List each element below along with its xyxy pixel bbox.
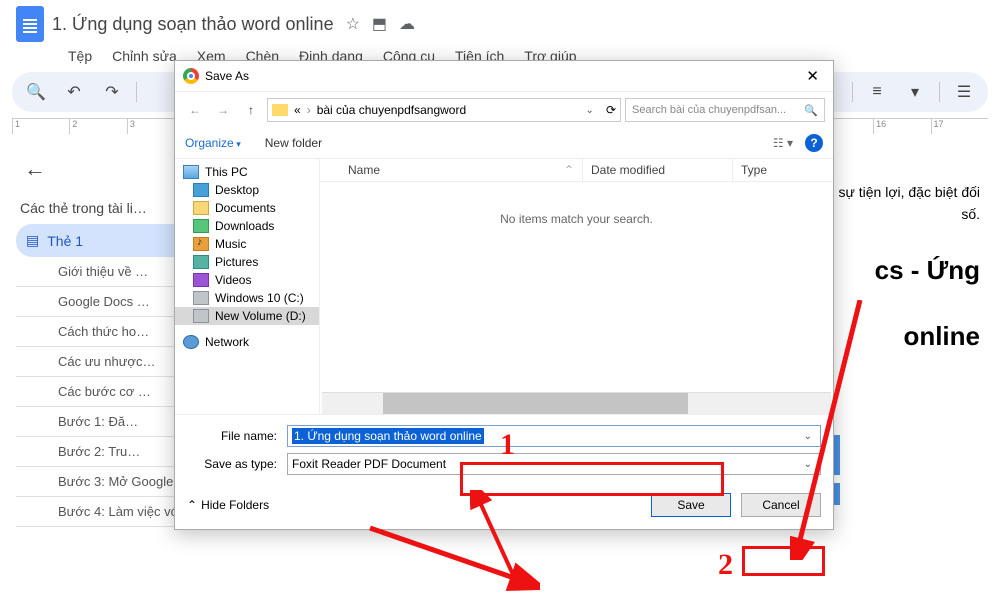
tree-this-pc[interactable]: This PC (175, 163, 319, 181)
chevron-down-icon[interactable]: ⌄ (800, 459, 816, 470)
tree-downloads[interactable]: Downloads (175, 217, 319, 235)
chevron-down-icon[interactable]: ⌄ (586, 105, 594, 116)
search-icon[interactable]: 🔍 (22, 78, 50, 106)
savetype-label: Save as type: (187, 457, 287, 471)
annotation-box-2 (742, 546, 825, 576)
search-icon: 🔍 (804, 104, 818, 117)
tree-drive-d[interactable]: New Volume (D:) (175, 307, 319, 325)
menu-edit[interactable]: Chỉnh sửa (104, 46, 185, 66)
help-icon[interactable]: ? (805, 134, 823, 152)
chevron-down-icon[interactable]: ⌄ (800, 431, 816, 442)
tree-network[interactable]: Network (175, 333, 319, 351)
view-options-icon[interactable]: ☷ ▾ (773, 136, 793, 150)
tree-videos[interactable]: Videos (175, 271, 319, 289)
tree-documents[interactable]: Documents (175, 199, 319, 217)
save-as-dialog: Save As ✕ ← → ↑ « › bài của chuyenpdfsan… (174, 60, 834, 530)
col-date[interactable]: Date modified (583, 159, 733, 181)
folder-tree: This PC Desktop Documents Downloads Musi… (175, 159, 320, 414)
tree-drive-c[interactable]: Windows 10 (C:) (175, 289, 319, 307)
close-icon[interactable]: ✕ (800, 67, 825, 85)
list-header: Name ⌃ Date modified Type (320, 159, 833, 182)
dialog-title: Save As (205, 69, 249, 83)
nav-back-icon[interactable]: ← (183, 98, 207, 122)
save-button[interactable]: Save (651, 493, 731, 517)
folder-icon (272, 104, 288, 116)
menu-file[interactable]: Tệp (60, 46, 100, 66)
cancel-button[interactable]: Cancel (741, 493, 821, 517)
annotation-arrow-3 (360, 520, 540, 600)
document-title[interactable]: 1. Ứng dụng soạn thảo word online (52, 14, 334, 35)
filename-label: File name: (187, 429, 287, 443)
refresh-icon[interactable]: ⟳ (606, 103, 616, 117)
new-folder-button[interactable]: New folder (265, 136, 322, 150)
cloud-icon[interactable]: ☁ (399, 14, 415, 34)
move-icon[interactable]: ⬒ (372, 14, 387, 34)
address-bar[interactable]: « › bài của chuyenpdfsangword ⌄ ⟳ (267, 98, 621, 122)
annotation-number-2: 2 (718, 548, 733, 582)
col-type[interactable]: Type (733, 159, 833, 181)
nav-up-icon[interactable]: ↑ (239, 98, 263, 122)
list-icon[interactable]: ☰ (950, 78, 978, 106)
filename-input[interactable]: 1. Ứng dụng soạn thảo word online ⌄ (287, 425, 821, 447)
tree-pictures[interactable]: Pictures (175, 253, 319, 271)
savetype-select[interactable]: Foxit Reader PDF Document ⌄ (287, 453, 821, 475)
tree-music[interactable]: Music (175, 235, 319, 253)
star-icon[interactable]: ☆ (346, 14, 360, 34)
organize-menu[interactable]: Organize (185, 136, 241, 150)
nav-forward-icon: → (211, 98, 235, 122)
chrome-icon (183, 68, 199, 84)
tree-desktop[interactable]: Desktop (175, 181, 319, 199)
scrollbar[interactable] (322, 392, 831, 414)
undo-icon[interactable]: ↶ (60, 78, 88, 106)
redo-icon[interactable]: ↷ (98, 78, 126, 106)
search-input[interactable]: Search bài của chuyenpdfsan... 🔍 (625, 98, 825, 122)
more2-icon[interactable]: ▾ (901, 78, 929, 106)
col-name[interactable]: Name ⌃ (320, 159, 583, 181)
empty-message: No items match your search. (320, 182, 833, 256)
align-icon[interactable]: ≡ (863, 78, 891, 106)
hide-folders-toggle[interactable]: ⌃Hide Folders (187, 498, 269, 512)
docs-logo-icon[interactable] (16, 6, 44, 42)
tab-icon: ▤ (26, 232, 39, 249)
